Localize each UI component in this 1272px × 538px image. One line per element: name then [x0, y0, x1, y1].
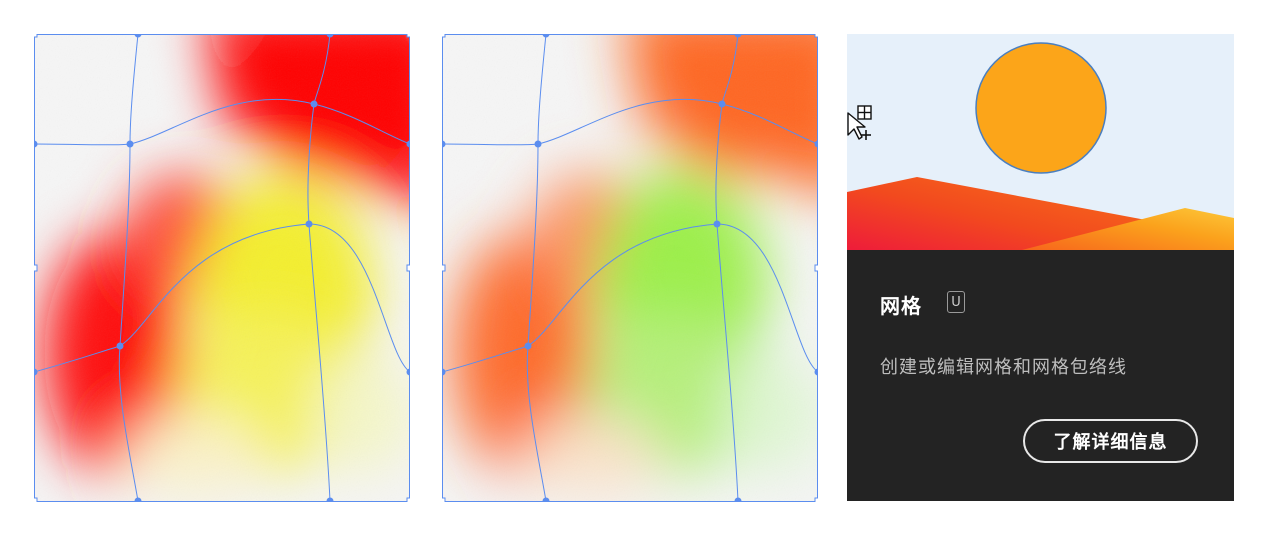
- tool-name: 网格: [880, 294, 922, 318]
- tool-description: 创建或编辑网格和网格包络线: [880, 357, 1127, 378]
- shortcut-key-badge: U: [947, 291, 965, 313]
- learn-more-button[interactable]: 了解详细信息: [1023, 419, 1198, 463]
- mesh-gradient-red-yellow[interactable]: [34, 34, 410, 502]
- sun-shape: [975, 42, 1107, 174]
- tool-preview-illustration: [847, 34, 1234, 250]
- mesh-tool-tooltip: 网格 U 创建或编辑网格和网格包络线 了解详细信息: [847, 34, 1234, 501]
- mesh-gradient-orange-green[interactable]: [442, 34, 818, 502]
- mesh-tool-cursor-icon: [847, 105, 872, 140]
